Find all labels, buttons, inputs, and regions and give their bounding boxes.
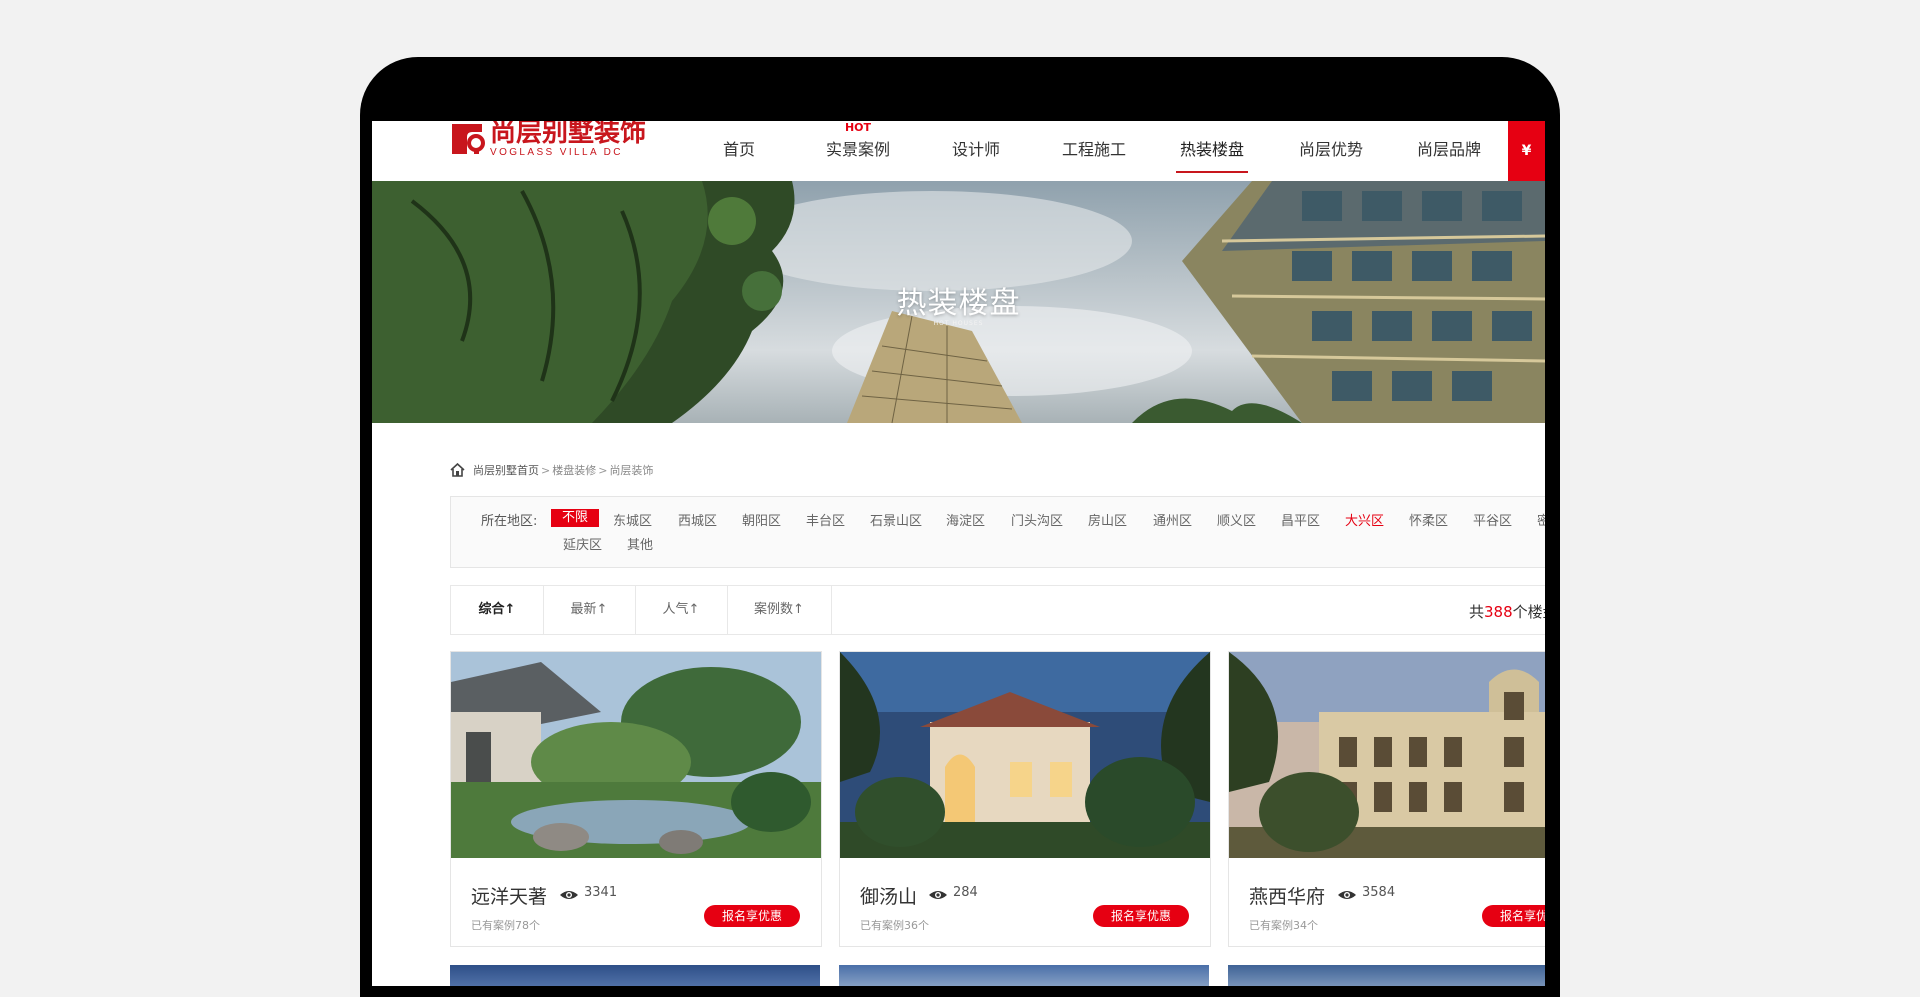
property-image-garden [451, 652, 821, 858]
browser-screen: 尚层别墅装饰 VOGLASS VILLA DC 首页 HOT 实景案例 设计师 … [372, 121, 1545, 986]
area-option-all[interactable]: 不限 [551, 509, 600, 527]
area-option[interactable]: 大兴区 [1345, 510, 1384, 529]
nav-item-hot-houses[interactable]: 热装楼盘 [1175, 135, 1249, 173]
sort-comprehensive[interactable]: 综合↑ [451, 586, 544, 634]
area-option[interactable]: 顺义区 [1217, 510, 1256, 529]
enroll-discount-button[interactable]: 报名享优惠 [704, 905, 800, 927]
area-option[interactable]: 朝阳区 [742, 510, 781, 529]
nav-item-advantages[interactable]: 尚层优势 [1299, 135, 1363, 171]
nav-label: 设计师 [952, 140, 1001, 159]
banner-subtitle: HOT HOUSES [933, 320, 984, 327]
case-count: 已有案例34个 [1249, 919, 1318, 932]
area-option[interactable]: 房山区 [1088, 510, 1127, 529]
yen-icon: ¥ [1521, 143, 1532, 159]
total-suffix: 个楼盘 [1512, 603, 1545, 621]
eye-icon [1338, 891, 1356, 899]
area-option[interactable]: 西城区 [678, 510, 717, 529]
sort-bar: 综合↑ 最新↑ 人气↑ 案例数↑ 共388个楼盘 [450, 585, 1545, 635]
property-card[interactable]: 御汤山 284 已有案例36个 报名享优惠 [839, 651, 1211, 947]
area-option[interactable]: 昌平区 [1281, 510, 1320, 529]
area-option[interactable]: 门头沟区 [1011, 510, 1063, 529]
nav-item-brand[interactable]: 尚层品牌 [1417, 135, 1481, 171]
nav-item-designers[interactable]: 设计师 [952, 135, 1000, 171]
area-option[interactable]: 其他 [627, 534, 653, 553]
area-option[interactable]: 海淀区 [946, 510, 985, 529]
area-option[interactable]: 平谷区 [1473, 510, 1512, 529]
logo-english-text: VOGLASS VILLA DC [490, 147, 623, 158]
area-option[interactable]: 延庆区 [563, 534, 602, 553]
property-card-partial[interactable] [839, 965, 1209, 986]
view-count: 284 [953, 885, 978, 900]
sort-case-count[interactable]: 案例数↑ [727, 586, 832, 634]
area-option[interactable]: 东城区 [613, 510, 652, 529]
banner-title: 热装楼盘 [896, 286, 1021, 321]
property-card-partial[interactable] [1228, 965, 1545, 986]
breadcrumb: 尚层别墅首页 > 楼盘装修 > 尚层装饰 [450, 462, 653, 478]
breadcrumb-link-decoration[interactable]: 楼盘装修 [552, 462, 596, 478]
enroll-discount-button[interactable]: 报名享优惠 [1482, 905, 1545, 927]
property-card[interactable]: 燕西华府 3584 已有案例34个 报名享优惠 [1228, 651, 1545, 947]
property-name: 燕西华府 [1249, 886, 1326, 908]
property-card-partial[interactable] [450, 965, 820, 986]
nav-label: 尚层优势 [1299, 140, 1364, 159]
area-option[interactable]: 怀柔区 [1409, 510, 1448, 529]
nav-item-construction[interactable]: 工程施工 [1062, 135, 1126, 171]
property-card[interactable]: 远洋天著 3341 已有案例78个 报名享优惠 [450, 651, 822, 947]
case-count: 已有案例78个 [471, 919, 540, 932]
breadcrumb-separator: > [598, 463, 608, 477]
nav-label: 尚层品牌 [1417, 140, 1482, 159]
nav-label: 热装楼盘 [1180, 140, 1245, 159]
nav-label: 工程施工 [1062, 140, 1127, 159]
property-name: 御汤山 [860, 886, 918, 908]
view-count: 3584 [1362, 885, 1396, 900]
total-prefix: 共 [1469, 603, 1485, 621]
breadcrumb-link-home[interactable]: 尚层别墅首页 [473, 462, 539, 478]
total-number: 388 [1484, 603, 1513, 621]
property-image-mansion [1229, 652, 1545, 858]
area-filter: 所在地区: 不限 东城区 西城区 朝阳区 丰台区 石景山区 海淀区 门头沟区 房… [450, 496, 1545, 568]
area-filter-label: 所在地区: [481, 514, 538, 529]
nav-label: 首页 [723, 140, 756, 159]
hero-banner: 热装楼盘 HOT HOUSES [372, 181, 1545, 423]
nav-item-cases[interactable]: HOT 实景案例 [826, 121, 891, 171]
property-name: 远洋天著 [471, 886, 548, 908]
sort-latest[interactable]: 最新↑ [543, 586, 636, 634]
nav-label: 实景案例 [826, 140, 891, 159]
site-logo[interactable]: 尚层别墅装饰 VOGLASS VILLA DC [450, 121, 646, 159]
case-count: 已有案例36个 [860, 919, 929, 932]
hot-badge: HOT [844, 121, 872, 134]
home-icon [450, 463, 465, 477]
logo-chinese-text: 尚层别墅装饰 [490, 121, 647, 148]
site-header: 尚层别墅装饰 VOGLASS VILLA DC 首页 HOT 实景案例 设计师 … [372, 121, 1545, 181]
total-count: 共388个楼盘 [1469, 601, 1545, 622]
breadcrumb-separator: > [541, 463, 551, 477]
sort-popularity[interactable]: 人气↑ [635, 586, 728, 634]
nav-item-home[interactable]: 首页 [723, 135, 755, 171]
breadcrumb-current: 尚层装饰 [609, 464, 654, 477]
eye-icon [929, 891, 947, 899]
enroll-discount-button[interactable]: 报名享优惠 [1093, 905, 1189, 927]
area-option[interactable]: 丰台区 [806, 510, 845, 529]
area-option[interactable]: 密 [1537, 510, 1545, 529]
logo-mark-icon [452, 124, 485, 154]
area-option[interactable]: 石景山区 [870, 510, 922, 529]
area-option[interactable]: 通州区 [1153, 510, 1192, 529]
property-image-villa [840, 652, 1210, 858]
quote-button[interactable]: ¥ [1508, 121, 1545, 181]
eye-icon [560, 891, 578, 899]
view-count: 3341 [584, 885, 618, 900]
